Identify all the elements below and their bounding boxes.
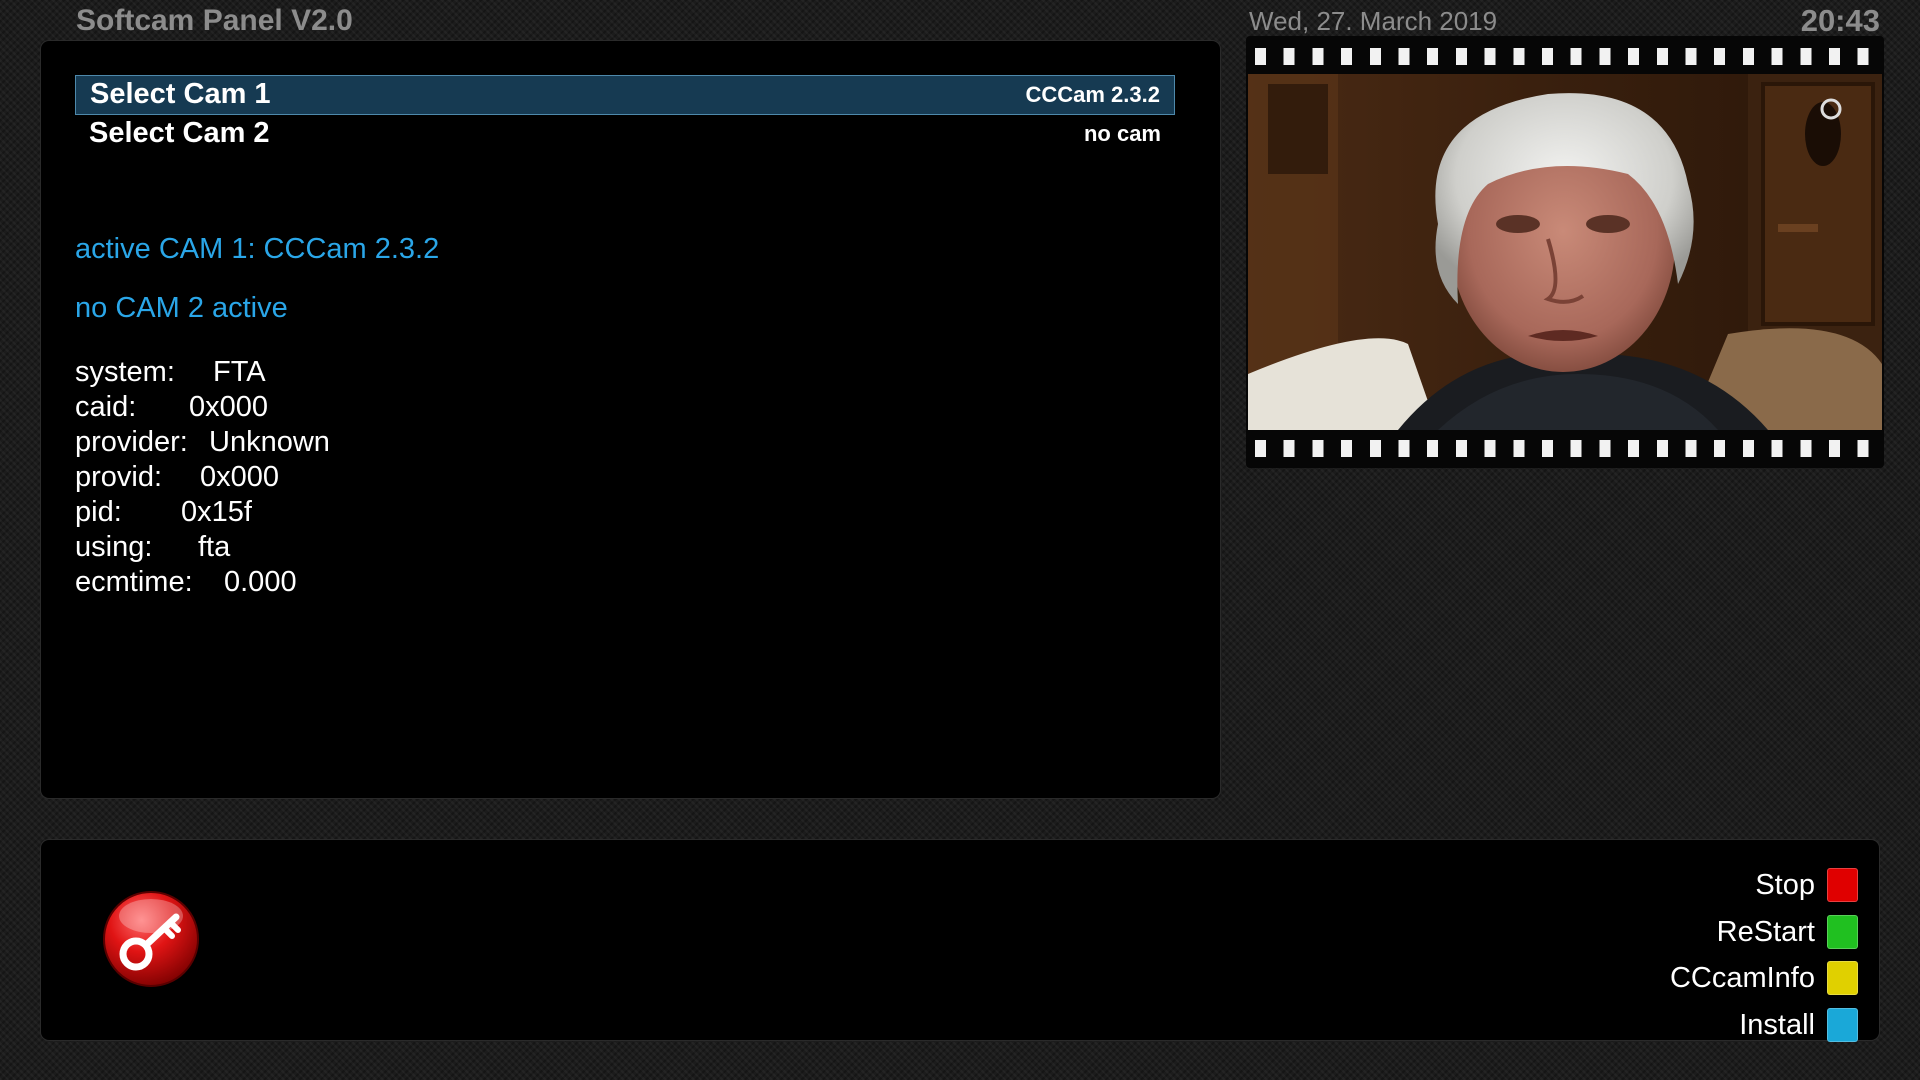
info-key: using:	[75, 531, 153, 563]
stop-button[interactable]: Stop	[1755, 867, 1858, 903]
menu-item-value: CCCam 2.3.2	[1025, 82, 1160, 107]
info-key: provider:	[75, 426, 188, 458]
restart-button-label: ReStart	[1716, 915, 1815, 948]
red-key-icon	[1827, 868, 1858, 902]
panel-title: Softcam Panel V2.0	[76, 4, 353, 37]
stop-button-label: Stop	[1755, 868, 1815, 901]
menu-item-select-cam-1[interactable]: Select Cam 1 CCCam 2.3.2	[75, 75, 1175, 115]
date-label: Wed, 27. March 2019	[1249, 6, 1498, 36]
info-row-caid: caid: 0x000	[75, 390, 330, 425]
info-row-provider: provider: Unknown	[75, 425, 330, 460]
menu-item-label: Select Cam 1	[90, 78, 271, 110]
menu-item-value: no cam	[1083, 121, 1161, 146]
tv-preview-picture	[1248, 74, 1882, 430]
info-key: caid:	[75, 391, 137, 423]
info-key: ecmtime:	[75, 566, 193, 598]
info-value: 0x000	[200, 461, 280, 493]
info-row-system: system: FTA	[75, 355, 330, 390]
info-key: system:	[75, 356, 175, 388]
info-key: pid:	[75, 496, 122, 528]
install-button[interactable]: Install	[1739, 1007, 1858, 1043]
menu-item-select-cam-2[interactable]: Select Cam 2 no cam	[75, 115, 1175, 155]
active-cam-1-status: active CAM 1: CCCam 2.3.2	[75, 233, 440, 265]
cam-2-status: no CAM 2 active	[75, 292, 288, 324]
info-row-provid: provid: 0x000	[75, 460, 330, 495]
info-value: Unknown	[209, 426, 330, 458]
cccaminfo-button-label: CCcamInfo	[1669, 961, 1815, 994]
info-value: FTA	[213, 356, 266, 388]
info-row-pid: pid: 0x15f	[75, 495, 330, 530]
info-row-ecmtime: ecmtime: 0.000	[75, 565, 330, 600]
info-value: 0x15f	[181, 496, 252, 528]
footer-panel: Stop ReStart CCcamInfo Install	[41, 840, 1879, 1043]
ecm-info-list: system: FTA caid: 0x000 provider: Unknown p…	[75, 355, 330, 600]
yellow-key-icon	[1827, 961, 1858, 995]
info-value: fta	[198, 531, 231, 563]
film-perforations-top	[1246, 36, 1884, 76]
info-key: provid:	[75, 461, 163, 493]
info-value: 0.000	[224, 566, 297, 598]
cccaminfo-button[interactable]: CCcamInfo	[1670, 960, 1858, 996]
info-value: 0x000	[189, 391, 269, 423]
tv-preview-image	[1248, 74, 1882, 430]
green-key-icon	[1827, 915, 1858, 949]
install-button-label: Install	[1739, 1008, 1815, 1041]
clock-label: 20:43	[1800, 3, 1880, 38]
key-icon	[102, 890, 200, 988]
tv-preview-filmstrip	[1246, 36, 1884, 468]
film-perforations-bottom	[1246, 428, 1884, 468]
restart-button[interactable]: ReStart	[1717, 914, 1858, 950]
menu-item-label: Select Cam 2	[89, 117, 270, 149]
blue-key-icon	[1827, 1008, 1858, 1042]
main-panel: Select Cam 1 CCCam 2.3.2 Select Cam 2 no…	[41, 41, 1220, 798]
info-row-using: using: fta	[75, 530, 330, 565]
